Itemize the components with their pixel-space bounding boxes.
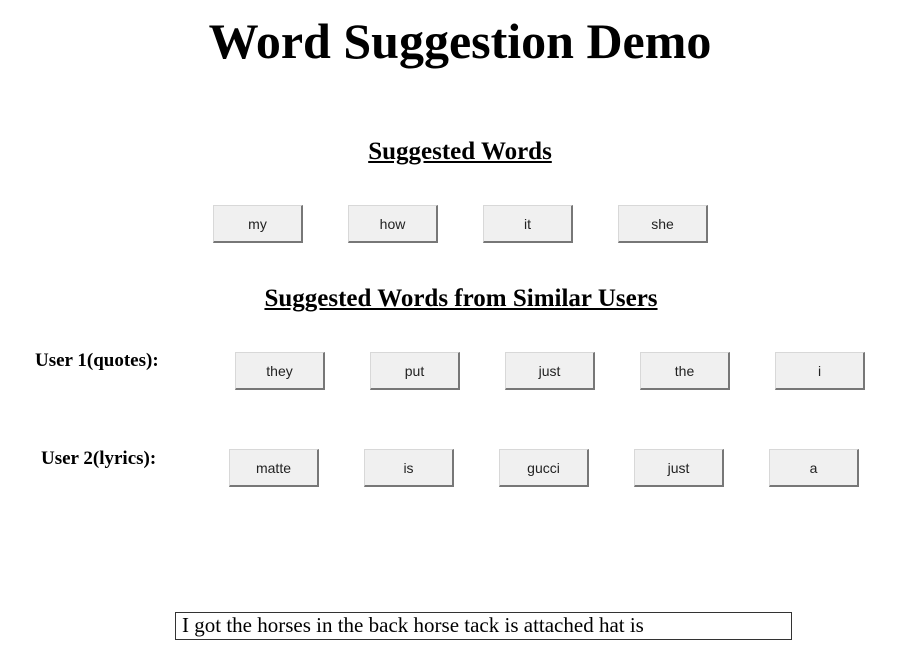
- user-1-word-button[interactable]: they: [235, 352, 325, 390]
- similar-users-heading: Suggested Words from Similar Users: [264, 285, 658, 312]
- user-2-label: User 2(lyrics):: [41, 448, 157, 469]
- user-2-word-button[interactable]: just: [634, 449, 724, 487]
- suggestion-button[interactable]: she: [618, 205, 708, 243]
- user-1-word-button[interactable]: the: [640, 352, 730, 390]
- user-1-word-button[interactable]: just: [505, 352, 595, 390]
- page-title: Word Suggestion Demo: [208, 13, 712, 69]
- suggested-words-heading: Suggested Words: [368, 138, 552, 165]
- user-2-word-button[interactable]: is: [364, 449, 454, 487]
- user-1-word-button[interactable]: i: [775, 352, 865, 390]
- suggestion-button[interactable]: how: [348, 205, 438, 243]
- user-1-word-button[interactable]: put: [370, 352, 460, 390]
- sentence-input[interactable]: I got the horses in the back horse tack …: [175, 612, 792, 640]
- user-2-word-button[interactable]: matte: [229, 449, 319, 487]
- user-1-label: User 1(quotes):: [35, 350, 159, 371]
- suggestion-button[interactable]: my: [213, 205, 303, 243]
- suggestion-button[interactable]: it: [483, 205, 573, 243]
- user-2-word-button[interactable]: a: [769, 449, 859, 487]
- user-2-word-button[interactable]: gucci: [499, 449, 589, 487]
